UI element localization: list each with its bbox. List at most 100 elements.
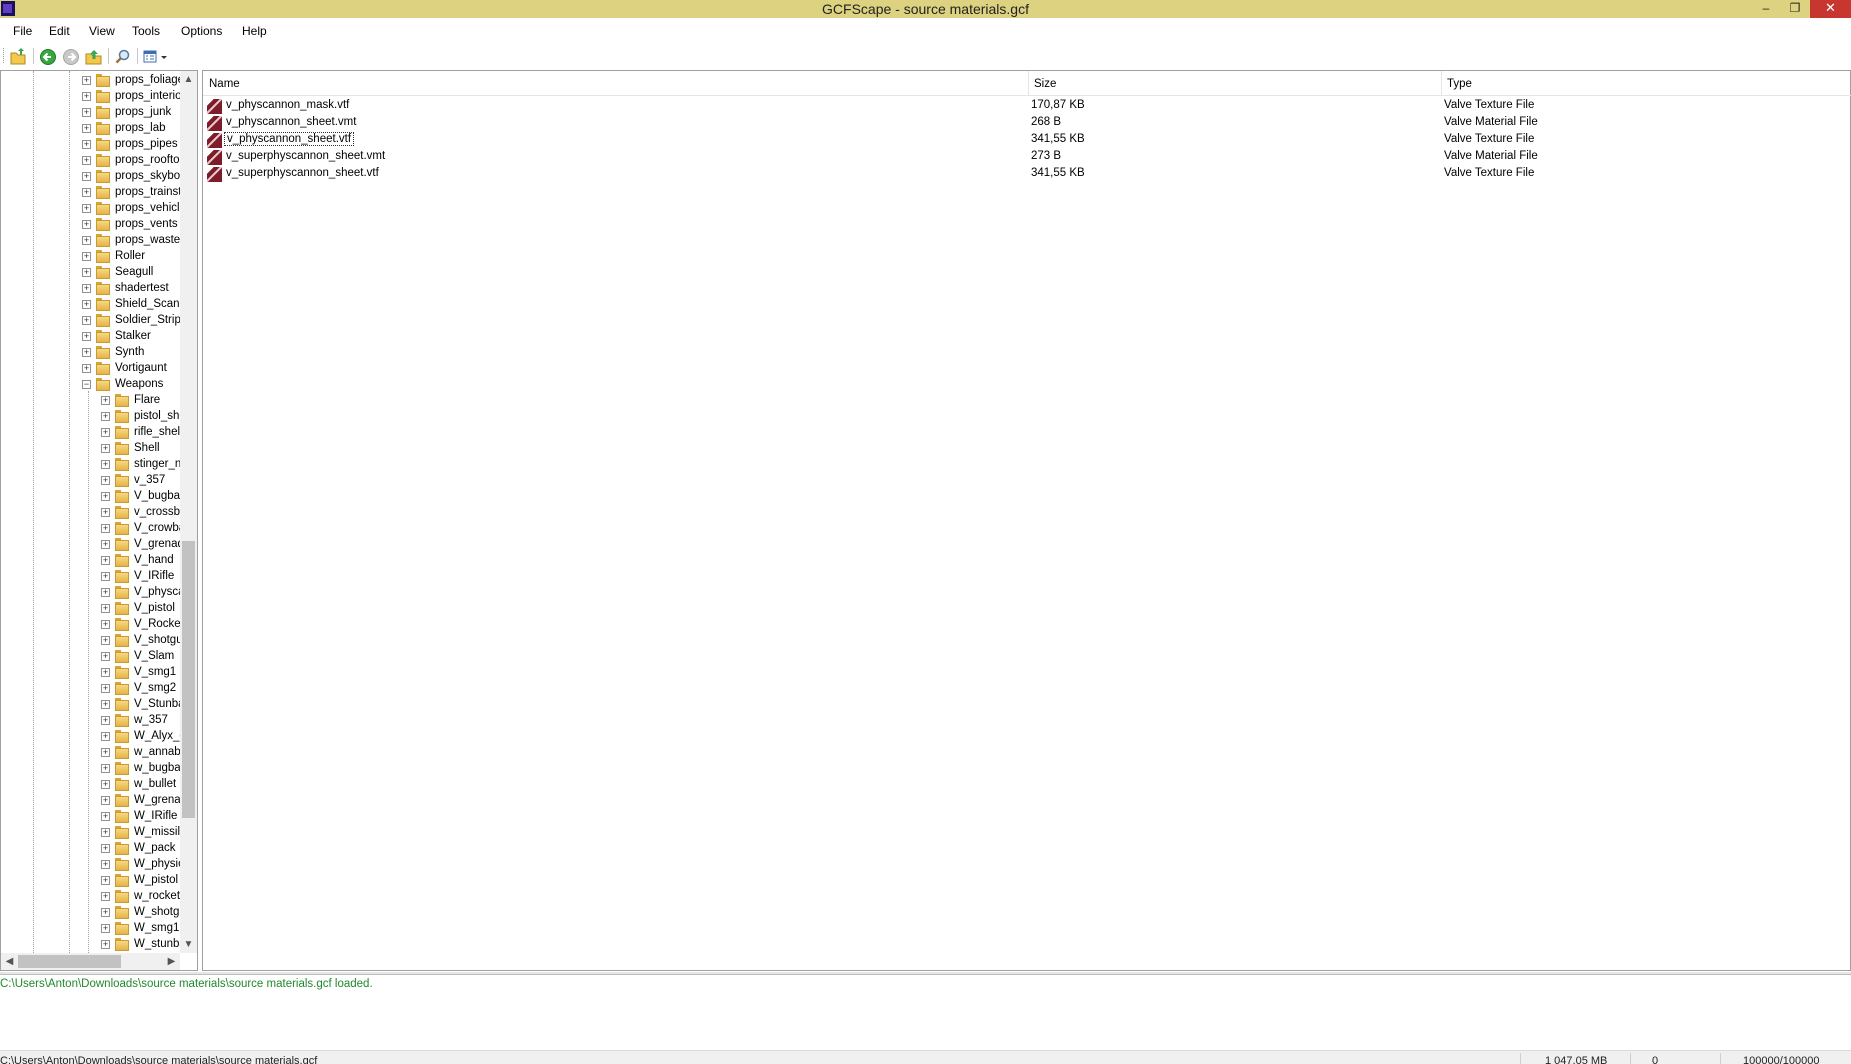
tree-item[interactable]: + V_crowbar [1,521,197,537]
expand-icon[interactable]: + [101,588,110,597]
tree-item[interactable]: + rifle_shell [1,425,197,441]
column-divider[interactable] [1028,71,1029,96]
expand-icon[interactable]: + [82,76,91,85]
expand-icon[interactable]: + [82,156,91,165]
expand-icon[interactable]: + [82,140,91,149]
tree-item[interactable]: + Shell [1,441,197,457]
expand-icon[interactable]: + [101,460,110,469]
expand-icon[interactable]: + [82,364,91,373]
tree-item[interactable]: + props_interiors [1,89,197,105]
folder-tree[interactable]: + props_foliage + props_interiors + props_jun… [0,70,198,971]
tree-item[interactable]: + v_crossbow [1,505,197,521]
expand-icon[interactable]: + [101,828,110,837]
tree-item[interactable]: − Weapons [1,377,197,393]
tree-scroll-thumb[interactable] [182,541,195,818]
tree-item[interactable]: + W_grenade [1,793,197,809]
scroll-left-icon[interactable]: ◀ [1,953,18,970]
expand-icon[interactable]: + [101,780,110,789]
tree-item[interactable]: + w_357 [1,713,197,729]
tree-item[interactable]: + V_IRifle [1,569,197,585]
expand-icon[interactable]: + [101,604,110,613]
expand-icon[interactable]: + [101,444,110,453]
scroll-down-icon[interactable]: ▼ [180,936,197,953]
file-list[interactable]: Name Size Type v_physcannon_mask.vtf 170,… [202,70,1851,971]
expand-icon[interactable]: + [101,764,110,773]
menu-tools[interactable]: Tools [132,24,160,38]
close-button[interactable]: ✕ [1810,0,1851,18]
tree-item[interactable]: + props_rooftop [1,153,197,169]
tree-item[interactable]: + w_bugbait [1,761,197,777]
expand-icon[interactable]: + [82,92,91,101]
expand-icon[interactable]: + [82,316,91,325]
forward-icon[interactable] [61,47,81,67]
open-icon[interactable] [9,47,29,67]
menu-file[interactable]: File [13,24,32,38]
tree-item[interactable]: + W_stunbaton [1,937,197,953]
expand-icon[interactable]: + [101,844,110,853]
tree-item[interactable]: + props_skybox [1,169,197,185]
tree-item[interactable]: + props_wasteland [1,233,197,249]
tree-item[interactable]: + W_pack [1,841,197,857]
tree-item[interactable]: + Shield_Scanner [1,297,197,313]
tree-item[interactable]: + V_Stunbaton [1,697,197,713]
expand-icon[interactable]: + [101,492,110,501]
menu-options[interactable]: Options [181,24,222,38]
tree-item[interactable]: + V_bugbait [1,489,197,505]
tree-item[interactable]: + Stalker [1,329,197,345]
expand-icon[interactable]: + [101,556,110,565]
view-mode-icon[interactable] [142,47,172,67]
tree-item[interactable]: + props_foliage [1,73,197,89]
file-row[interactable]: v_superphyscannon_sheet.vmt 273 B Valve Ma… [207,149,1847,166]
tree-item[interactable]: + W_IRifle [1,809,197,825]
expand-icon[interactable]: + [101,668,110,677]
expand-icon[interactable]: + [101,572,110,581]
tree-item[interactable]: + W_smg1 [1,921,197,937]
tree-item[interactable]: +stinger_needle [1,457,197,473]
tree-item[interactable]: + props_lab [1,121,197,137]
expand-icon[interactable]: + [101,508,110,517]
tree-item[interactable]: + W_physics [1,857,197,873]
expand-icon[interactable]: + [101,924,110,933]
tree-item[interactable]: + v_357 [1,473,197,489]
tree-item[interactable]: + w_rocket [1,889,197,905]
maximize-button[interactable]: ❐ [1781,0,1809,18]
expand-icon[interactable]: + [101,796,110,805]
tree-item[interactable]: + V_smg2 [1,681,197,697]
tree-item[interactable]: + V_Rocket [1,617,197,633]
expand-icon[interactable]: + [82,284,91,293]
expand-icon[interactable]: + [101,524,110,533]
tree-item[interactable]: + W_missile [1,825,197,841]
column-name-header[interactable]: Name [209,78,240,90]
tree-item[interactable]: + w_annabelle [1,745,197,761]
tree-item[interactable]: + Soldier_Stripped [1,313,197,329]
toolbar-grip[interactable] [3,48,6,63]
expand-icon[interactable]: + [101,540,110,549]
tree-item[interactable]: + Synth [1,345,197,361]
tree-vertical-scrollbar[interactable]: ▲ ▼ [180,71,197,953]
tree-item[interactable]: + W_pistol [1,873,197,889]
up-folder-icon[interactable] [84,47,104,67]
expand-icon[interactable]: + [101,892,110,901]
file-row[interactable]: v_superphyscannon_sheet.vtf 341,55 KB Valv… [207,166,1847,183]
expand-icon[interactable]: + [101,700,110,709]
tree-item[interactable]: + Seagull [1,265,197,281]
expand-icon[interactable]: + [82,204,91,213]
expand-icon[interactable]: + [82,300,91,309]
tree-item[interactable]: + w_bullet [1,777,197,793]
menu-edit[interactable]: Edit [49,24,70,38]
tree-item[interactable]: + props_pipes [1,137,197,153]
tree-horizontal-scrollbar[interactable]: ◀ ▶ [1,953,180,970]
expand-icon[interactable]: + [82,236,91,245]
expand-icon[interactable]: + [101,428,110,437]
expand-icon[interactable]: + [101,812,110,821]
tree-item[interactable]: +V_physcannon [1,585,197,601]
column-divider[interactable] [1441,71,1442,96]
file-row[interactable]: v_physcannon_mask.vtf 170,87 KB Valve Text… [207,98,1847,115]
expand-icon[interactable]: + [101,716,110,725]
expand-icon[interactable]: + [82,268,91,277]
file-row[interactable]: v_physcannon_sheet.vmt 268 B Valve Materia… [207,115,1847,132]
expand-icon[interactable]: + [82,252,91,261]
tree-item[interactable]: + V_shotgun [1,633,197,649]
minimize-button[interactable]: – [1752,0,1780,18]
expand-icon[interactable]: + [82,108,91,117]
